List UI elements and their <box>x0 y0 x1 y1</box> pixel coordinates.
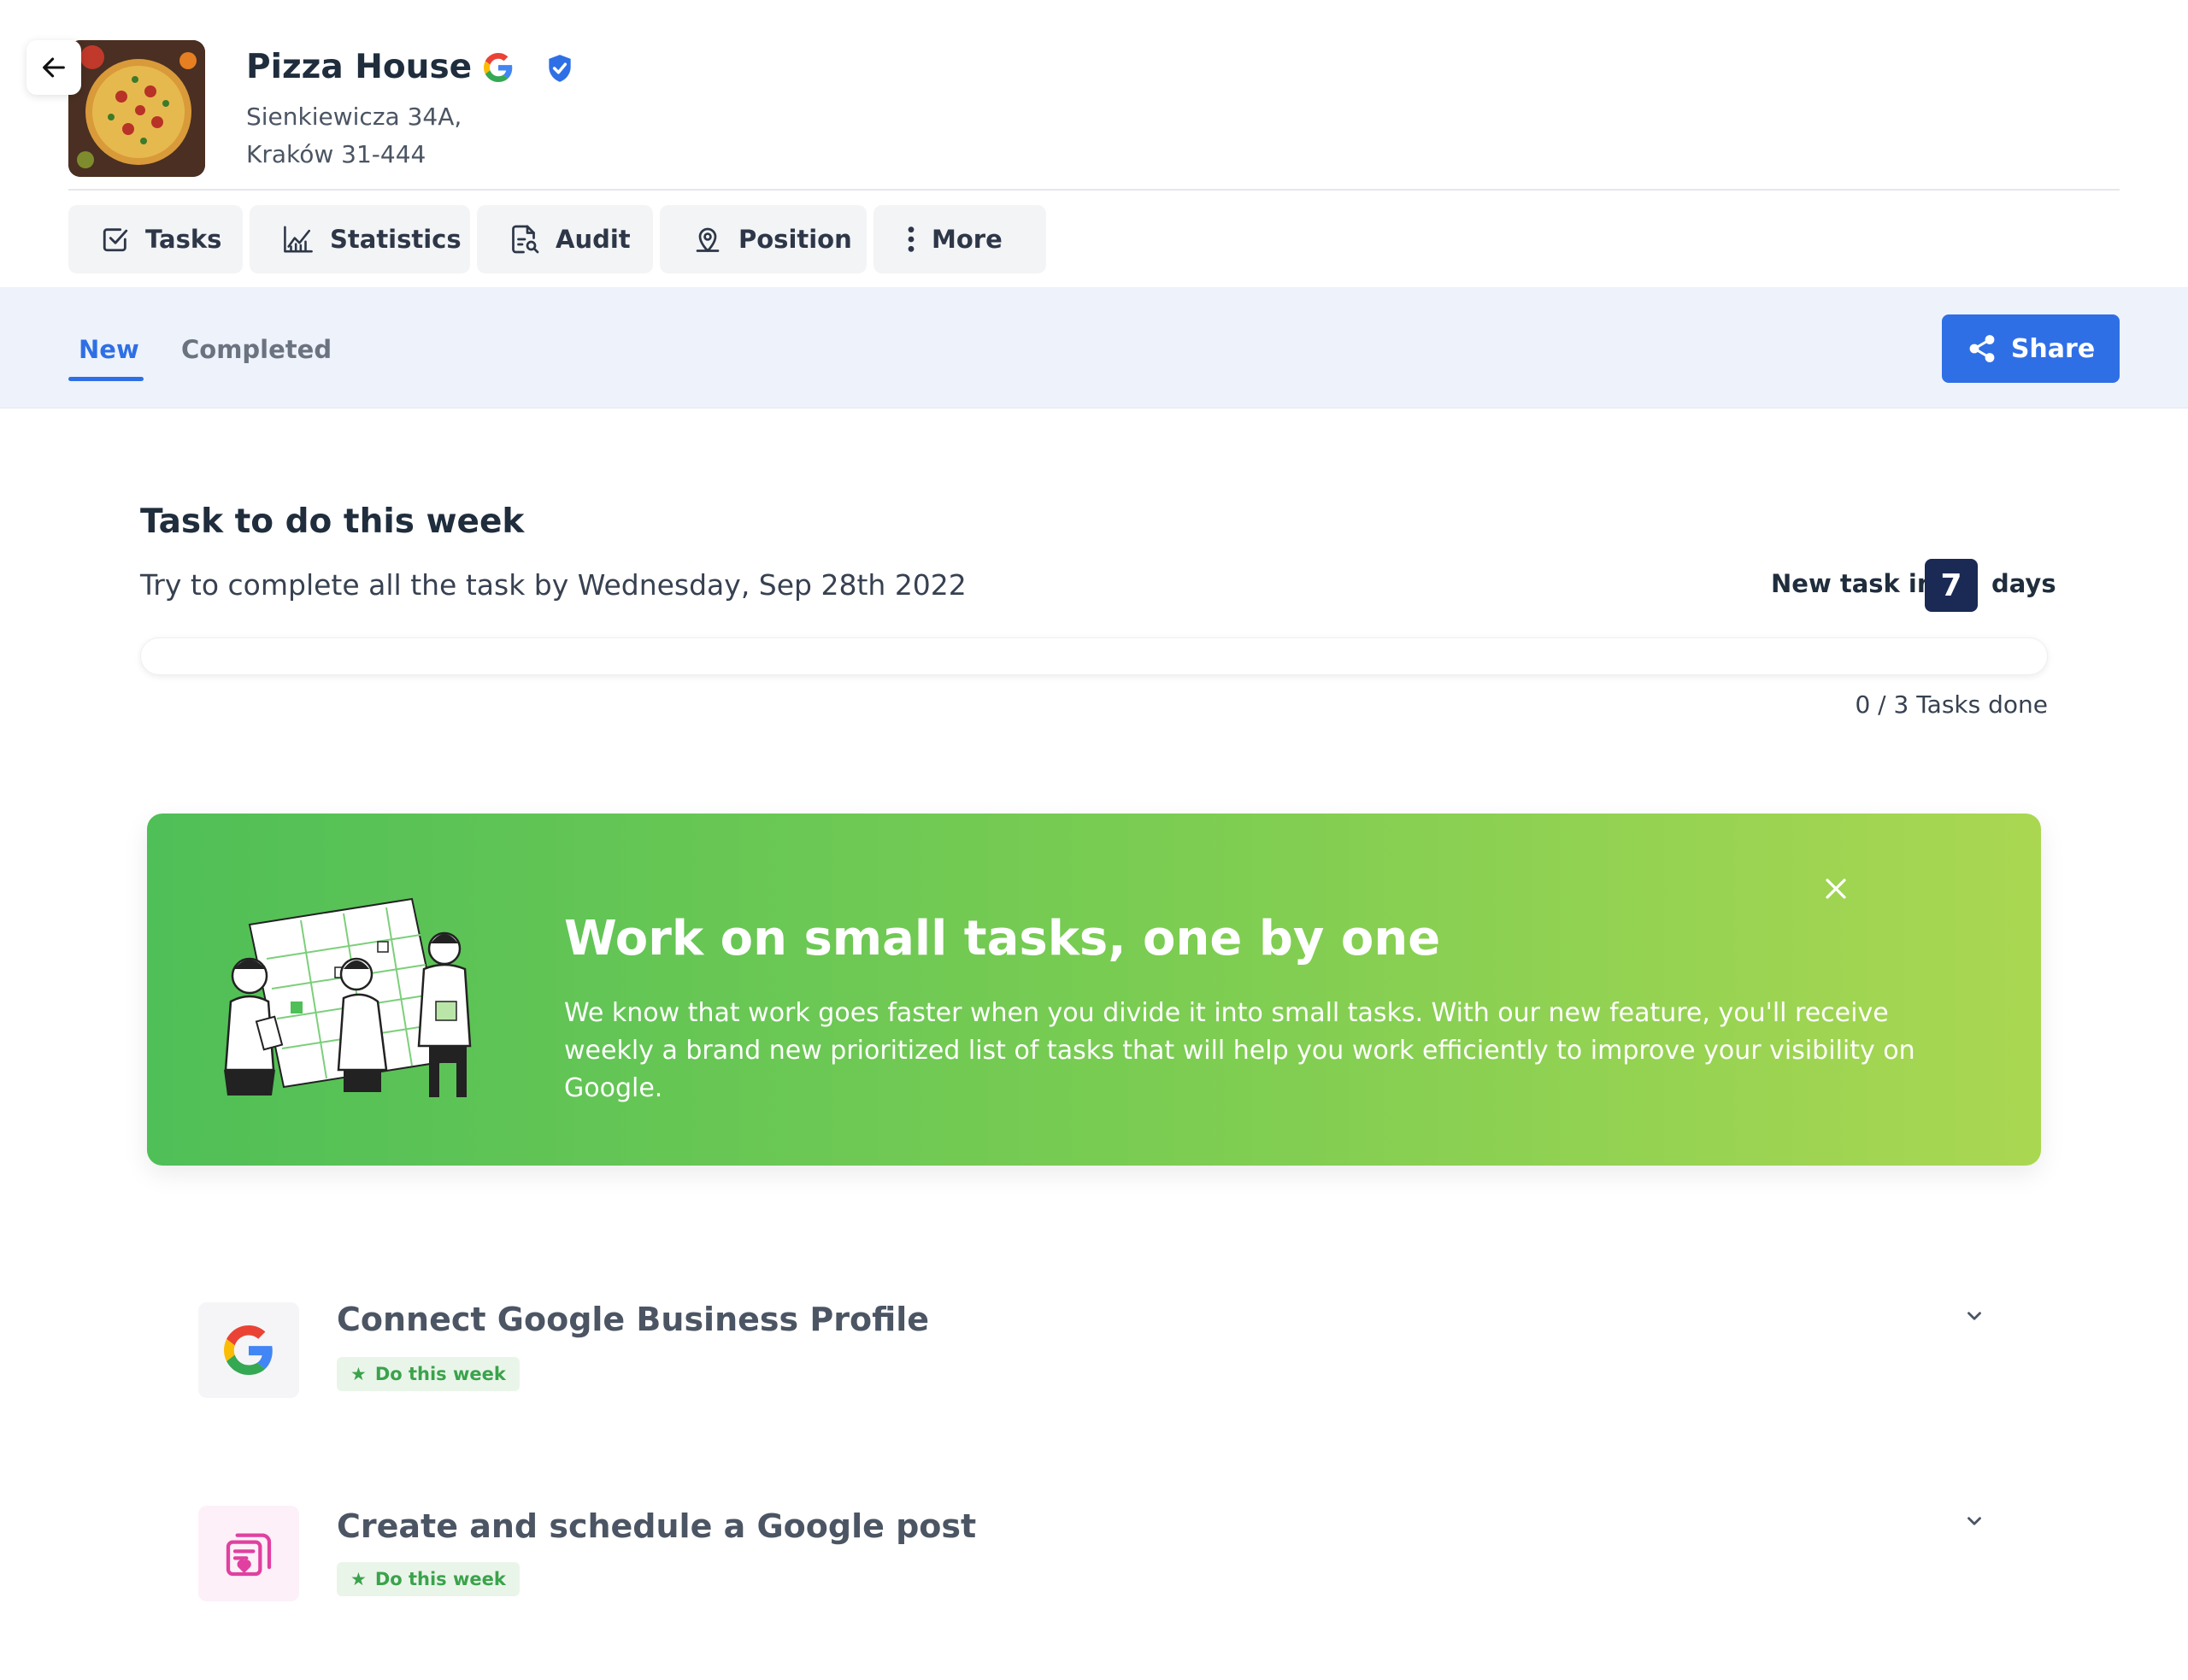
nav-more-label: More <box>932 225 1003 254</box>
more-vertical-icon <box>908 226 915 252</box>
nav-position-label: Position <box>738 225 852 254</box>
task-google-icon-box <box>198 1302 299 1398</box>
star-icon: ★ <box>350 1569 367 1589</box>
chevron-down-icon <box>1967 1517 1981 1525</box>
banner-text: We know that work goes faster when you d… <box>564 998 1915 1103</box>
nav-tasks-label: Tasks <box>145 225 222 254</box>
nav-more-button[interactable]: More <box>873 205 1046 273</box>
tasks-progress-bar <box>140 637 2048 675</box>
share-label: Share <box>2010 333 2096 364</box>
share-button[interactable]: Share <box>1942 314 2120 383</box>
google-icon <box>484 53 513 82</box>
share-icon <box>1969 335 1995 362</box>
team-planning-illustration <box>224 897 472 1097</box>
task-title[interactable]: Connect Google Business Profile <box>337 1301 929 1338</box>
page: Pizza House Sienkiewicza 34A, Kraków 31-… <box>0 0 2188 1680</box>
audit-document-icon <box>512 225 539 254</box>
days-counter: 7 <box>1925 559 1978 612</box>
tasks-done-count: 0 / 3 Tasks done <box>1855 690 2048 719</box>
google-icon <box>224 1325 273 1375</box>
nav-tasks-button[interactable]: Tasks <box>68 205 243 273</box>
address-line-1: Sienkiewicza 34A, <box>246 103 462 131</box>
checkbox-icon <box>103 228 128 252</box>
business-name: Pizza House <box>246 48 473 86</box>
tab-new-underline <box>68 377 144 381</box>
post-icon <box>226 1533 272 1577</box>
chart-icon <box>284 226 313 253</box>
new-task-label: New task in <box>1771 569 1935 598</box>
task-tag: ★ Do this week <box>337 1562 520 1596</box>
days-word: days <box>1991 569 2056 598</box>
map-pin-icon <box>696 227 720 252</box>
task-tag-label: Do this week <box>374 1364 506 1384</box>
task-tag-label: Do this week <box>374 1569 506 1589</box>
nav-audit-label: Audit <box>556 225 631 254</box>
banner-close-button[interactable] <box>1815 868 1856 909</box>
address-line-2: Kraków 31-444 <box>246 140 426 168</box>
task-title[interactable]: Create and schedule a Google post <box>337 1507 976 1545</box>
task-post-icon-box <box>198 1506 299 1601</box>
nav-statistics-label: Statistics <box>330 225 462 254</box>
task-expand-button[interactable] <box>1957 1504 1991 1538</box>
section-title: Task to do this week <box>140 502 525 541</box>
chevron-down-icon <box>1967 1312 1981 1320</box>
header-divider <box>68 189 2120 191</box>
business-thumbnail <box>68 40 205 177</box>
arrow-left-icon <box>43 57 65 78</box>
banner-title: Work on small tasks, one by one <box>564 911 1441 966</box>
task-expand-button[interactable] <box>1957 1299 1991 1333</box>
nav-statistics-button[interactable]: Statistics <box>250 205 470 273</box>
verified-shield-icon <box>549 55 571 82</box>
feature-banner: Work on small tasks, one by one We know … <box>147 814 2041 1166</box>
close-icon <box>1826 878 1846 899</box>
task-tag: ★ Do this week <box>337 1357 520 1391</box>
tab-completed[interactable]: Completed <box>181 335 332 364</box>
tab-new[interactable]: New <box>79 335 139 364</box>
star-icon: ★ <box>350 1364 367 1384</box>
back-button[interactable] <box>26 40 81 95</box>
nav-position-button[interactable]: Position <box>660 205 867 273</box>
section-subtitle: Try to complete all the task by Wednesda… <box>140 568 967 602</box>
nav-audit-button[interactable]: Audit <box>477 205 653 273</box>
